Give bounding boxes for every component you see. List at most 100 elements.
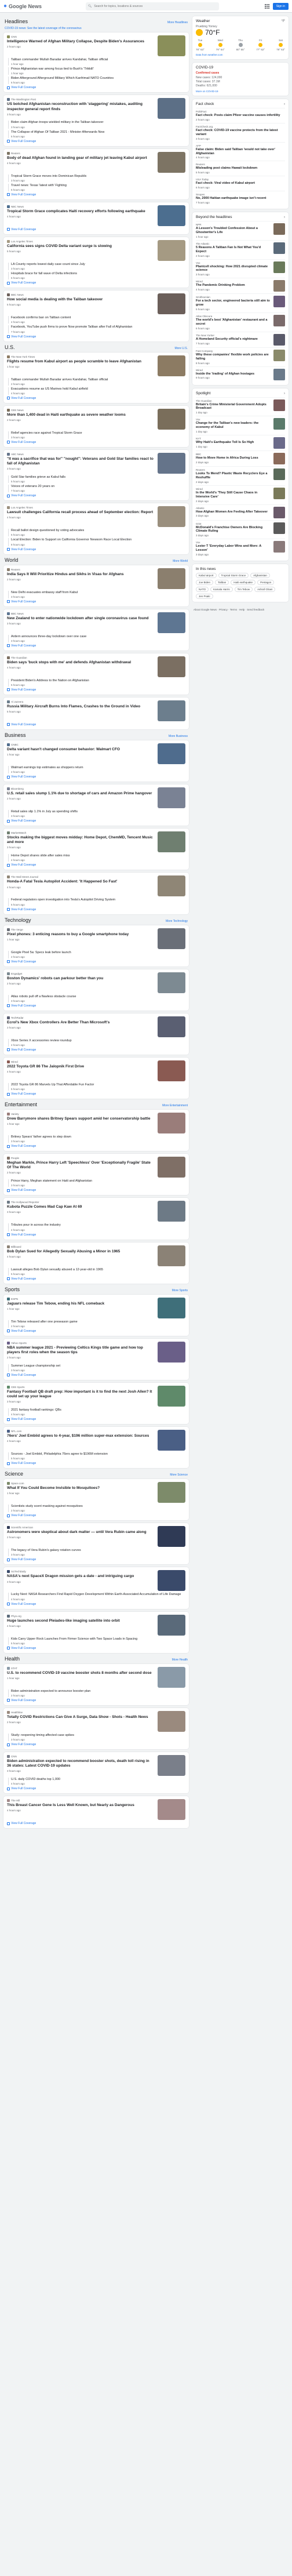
full-coverage-link[interactable]: View Full Coverage <box>7 1699 185 1702</box>
fact-check-item[interactable]: USA Today Fact check: Viral video of Kabu… <box>196 176 285 191</box>
related-headline[interactable]: Xbox Series X accessories review roundup <box>11 1039 185 1043</box>
story-thumbnail[interactable] <box>158 1297 185 1318</box>
story-headline[interactable]: Astronomers were skeptical about dark ma… <box>7 1530 154 1535</box>
story-headline[interactable]: Delta variant hasn't changed consumer be… <box>7 747 154 752</box>
story-headline[interactable]: Lawsuit challenges California recall pro… <box>7 510 154 515</box>
topic-chip[interactable]: Haiti earthquake <box>231 580 256 585</box>
story-headline[interactable]: Bob Dylan Sued for Allegedly Sexually Ab… <box>7 1249 154 1254</box>
story-thumbnail[interactable] <box>158 1060 185 1081</box>
spotlight-item[interactable]: Atlantic How Afghan Women Are Feeling Aft… <box>196 504 285 520</box>
story-thumbnail[interactable] <box>158 293 185 315</box>
beyond-headlines-item[interactable]: Smithsonian For a tech sector, engineered… <box>196 293 285 313</box>
story-source[interactable]: STAT <box>7 1666 154 1670</box>
item-headline[interactable]: How Afghan Women Are Feeling After Takeo… <box>196 510 271 514</box>
story-thumbnail[interactable] <box>158 1430 185 1451</box>
related-headline[interactable]: Sources - Joel Embiid, Philadelphia 76er… <box>11 1452 185 1456</box>
item-headline[interactable]: Change for the Taliban's new leaders: th… <box>196 422 271 430</box>
related-headline[interactable]: 2021 fantasy football rankings: QBs <box>11 1408 185 1412</box>
story-thumbnail[interactable] <box>158 239 185 261</box>
item-thumbnail[interactable] <box>273 487 285 499</box>
beyond-headlines-item[interactable]: Fast Company Why these companies' flexibl… <box>196 347 285 366</box>
item-thumbnail[interactable] <box>273 280 285 292</box>
story-source[interactable]: The Wall Street Journal <box>7 875 154 879</box>
related-headline[interactable]: Hospitals brace for fall wave of Delta i… <box>11 272 185 276</box>
full-coverage-link[interactable]: View Full Coverage <box>7 960 185 964</box>
story-headline[interactable]: Kubota Puzzle Comes Mad Cap Kaw At 69 <box>7 1205 154 1209</box>
related-headline[interactable]: Recall ballot design questioned by votin… <box>11 529 185 533</box>
related-headline[interactable]: Kids Carry Upper Rock Launches From Firm… <box>11 1637 185 1641</box>
story-thumbnail[interactable] <box>158 743 185 764</box>
story-source[interactable]: Variety <box>7 1113 154 1116</box>
full-coverage-link[interactable]: View Full Coverage <box>7 397 185 400</box>
story-source[interactable]: MarketWatch <box>7 831 154 835</box>
item-thumbnail[interactable] <box>273 399 285 411</box>
related-headline[interactable]: The Collapse of Afghan Of Taliban 2021 -… <box>11 130 185 135</box>
footer-link[interactable]: Send feedback <box>247 608 264 611</box>
story-headline[interactable]: Jaguars release Tim Tebow, ending his NF… <box>7 1302 154 1306</box>
full-coverage-link[interactable]: View Full Coverage <box>7 1092 185 1096</box>
item-headline[interactable]: Fact check: Posts claim Pfizer vaccine c… <box>196 114 285 118</box>
full-coverage-link[interactable]: View Full Coverage <box>7 688 185 692</box>
story-headline[interactable]: Flights resume from Kabul airport as peo… <box>7 359 154 364</box>
chevron-right-icon[interactable]: › <box>284 215 285 219</box>
item-headline[interactable]: The world's best 'Afghanistan' restauran… <box>196 318 271 326</box>
story-source[interactable]: CNN <box>7 35 154 38</box>
related-headline[interactable]: LA County reports lowest daily case coun… <box>11 263 185 267</box>
item-headline[interactable]: No, 2000 Haitian earthquake image isn't … <box>196 197 285 201</box>
story-source[interactable]: ESPN <box>7 1297 154 1300</box>
related-headline[interactable]: Britney Spears' father agrees to step do… <box>11 1135 185 1139</box>
story-thumbnail[interactable] <box>158 1113 185 1134</box>
topic-chip[interactable]: Pentagon <box>257 580 275 585</box>
story-source[interactable]: CBS Sports <box>7 1385 154 1389</box>
apps-grid-icon[interactable] <box>264 3 269 9</box>
forecast-day[interactable]: Thu 80° 65° <box>236 39 245 51</box>
story-thumbnail[interactable] <box>158 1482 185 1503</box>
section-title[interactable]: Health <box>5 1656 20 1662</box>
full-coverage-link[interactable]: View Full Coverage <box>7 1462 185 1465</box>
story-thumbnail[interactable] <box>158 1201 185 1222</box>
item-thumbnail[interactable] <box>273 453 285 464</box>
chevron-right-icon[interactable]: › <box>284 102 285 106</box>
related-headline[interactable]: Federal regulators open investigation in… <box>11 898 185 902</box>
story-source[interactable]: CNBC <box>7 743 154 746</box>
story-thumbnail[interactable] <box>158 151 185 173</box>
search-bar[interactable]: 🔍︎ <box>86 2 220 10</box>
story-thumbnail[interactable] <box>158 656 185 677</box>
related-headline[interactable]: Voices of veterans 20 years on <box>11 485 185 489</box>
story-thumbnail[interactable] <box>158 98 185 119</box>
item-headline[interactable]: In the World's 'They Still Cause Chaos i… <box>196 491 271 499</box>
covid-more-link[interactable]: More on COVID-19 <box>196 90 285 93</box>
full-coverage-link[interactable]: View Full Coverage <box>7 228 185 231</box>
story-headline[interactable]: What If You Could Become Invisible to Mo… <box>7 1486 154 1491</box>
section-title[interactable]: Headlines <box>5 19 28 24</box>
story-thumbnail[interactable] <box>158 1341 185 1363</box>
story-headline[interactable]: "It was a sacrifice that was for" "nough… <box>7 457 154 466</box>
story-headline[interactable]: Pixel phones: 3 enticing reasons to buy … <box>7 932 154 937</box>
related-headline[interactable]: Lawsuit alleges Bob Dylan sexually abuse… <box>11 1268 185 1272</box>
story-source[interactable]: Scientific American <box>7 1526 154 1529</box>
story-thumbnail[interactable] <box>158 1710 185 1732</box>
more-section-link[interactable]: More U.S. <box>174 347 188 350</box>
full-coverage-link[interactable]: View Full Coverage <box>7 600 185 604</box>
story-source[interactable]: Yahoo Sports <box>7 1341 154 1345</box>
fact-check-item[interactable]: FactCheck.org Fact check: COVID-19 vaccin… <box>196 122 285 142</box>
footer-link[interactable]: Privacy <box>219 608 228 611</box>
story-source[interactable]: TechRadar <box>7 1016 154 1019</box>
story-thumbnail[interactable] <box>158 875 185 897</box>
related-headline[interactable]: Retail sales slip 1.1% in July as spendi… <box>11 810 185 814</box>
story-source[interactable]: SciTechDaily <box>7 1570 154 1574</box>
more-section-link[interactable]: More Sports <box>172 1289 188 1292</box>
related-headline[interactable]: Lucky Next: NASA Researchers Find Rapid … <box>11 1593 185 1597</box>
item-headline[interactable]: How to Move Home in Africa During Loss <box>196 456 271 460</box>
story-thumbnail[interactable] <box>158 1755 185 1776</box>
topic-chip[interactable]: Tropical Storm Grace <box>218 573 249 578</box>
item-thumbnail[interactable] <box>273 261 285 273</box>
topic-chip[interactable]: Tim Tebow <box>234 587 253 592</box>
beyond-headlines-item[interactable]: Wired Inside the 'trading' of Afghan host… <box>196 366 285 382</box>
story-thumbnail[interactable] <box>158 452 185 474</box>
story-headline[interactable]: Huge launches second Pleiades-like imagi… <box>7 1619 154 1623</box>
story-source[interactable]: Phys.org <box>7 1614 154 1618</box>
more-section-link[interactable]: More Business <box>169 735 188 738</box>
related-headline[interactable]: New Delhi evacuates embassy staff from K… <box>11 591 185 595</box>
item-headline[interactable]: Lester T 'Everyday Labor Wins and More: … <box>196 544 271 553</box>
